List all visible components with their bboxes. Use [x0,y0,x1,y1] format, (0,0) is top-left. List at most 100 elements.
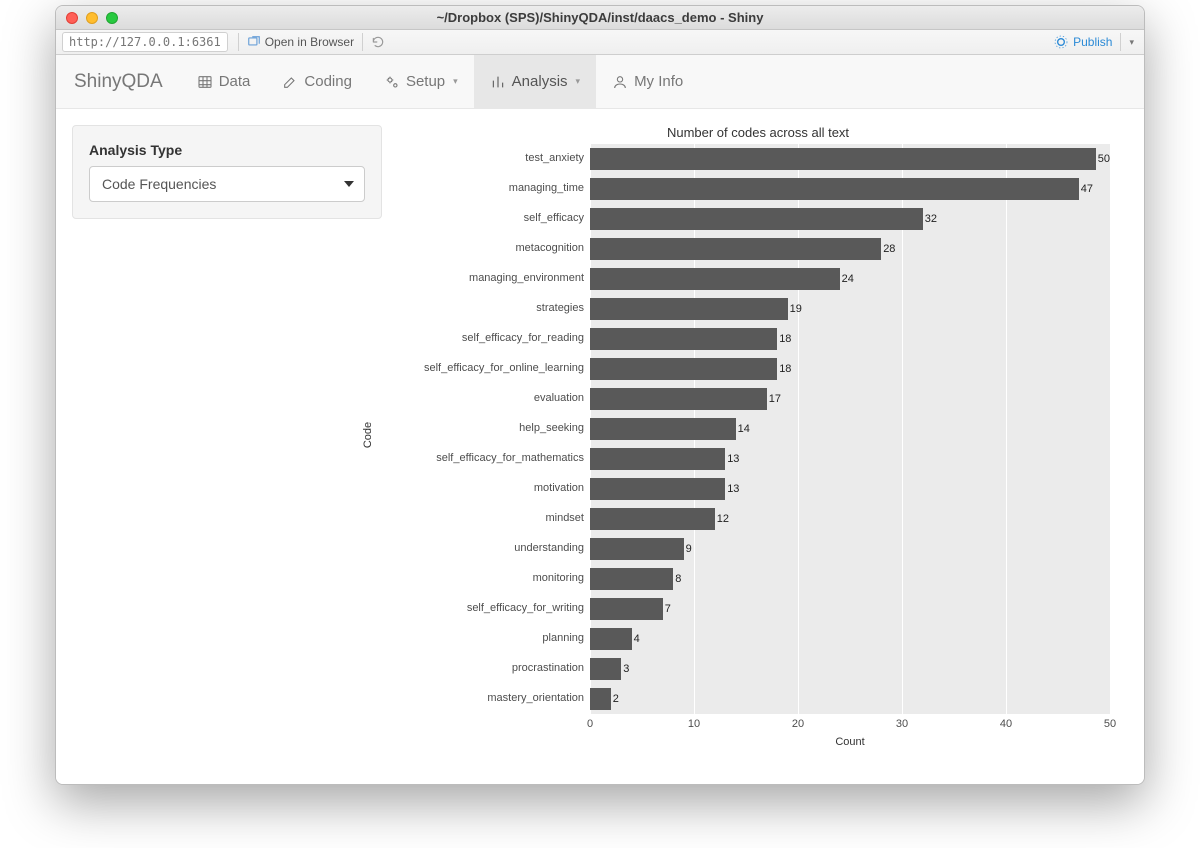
url-field[interactable]: http://127.0.0.1:6361 [62,32,228,52]
bar-value-label: 13 [727,453,739,465]
browser-toolbar: http://127.0.0.1:6361 Open in Browser Pu… [56,30,1144,55]
nav-coding[interactable]: Coding [266,55,368,108]
gridline [1110,144,1111,714]
open-in-browser-label: Open in Browser [265,35,354,49]
bar [590,148,1096,170]
bar-row: strategies19 [590,296,1110,322]
select-value: Code Frequencies [102,176,216,192]
bar-value-label: 3 [623,663,629,675]
bar-row: managing_environment24 [590,266,1110,292]
bar [590,568,673,590]
x-tick-label: 30 [896,718,908,730]
bar-row: planning4 [590,626,1110,652]
x-tick-label: 40 [1000,718,1012,730]
navbar: ShinyQDA Data Coding Setup ▾ Analysis ▾ … [56,55,1144,109]
bar [590,658,621,680]
chart-panel: Number of codes across all text Code tes… [382,109,1144,784]
gears-icon [384,74,400,90]
bar-row: test_anxiety50 [590,146,1110,172]
nav-label: My Info [634,73,683,90]
bar-value-label: 24 [842,273,854,285]
user-icon [612,74,628,90]
y-tick-label: monitoring [388,572,584,584]
bar-value-label: 12 [717,513,729,525]
bar [590,238,881,260]
bar-value-label: 18 [779,333,791,345]
nav-setup[interactable]: Setup ▾ [368,55,474,108]
y-tick-label: help_seeking [388,422,584,434]
nav-label: Analysis [512,73,568,90]
publish-icon [1053,34,1069,50]
bar-value-label: 17 [769,393,781,405]
publish-label: Publish [1073,35,1112,49]
bar-value-label: 4 [634,633,640,645]
separator [1120,33,1121,51]
y-tick-label: procrastination [388,662,584,674]
refresh-icon [371,35,385,49]
minimize-window-button[interactable] [86,12,98,24]
bar-row: evaluation17 [590,386,1110,412]
nav-data[interactable]: Data [181,55,267,108]
y-tick-label: self_efficacy_for_online_learning [388,362,584,374]
bar-row: self_efficacy32 [590,206,1110,232]
bar-row: self_efficacy_for_online_learning18 [590,356,1110,382]
bar [590,508,715,530]
refresh-button[interactable] [367,33,389,51]
x-tick-label: 10 [688,718,700,730]
bar-row: managing_time47 [590,176,1110,202]
y-tick-label: self_efficacy_for_writing [388,602,584,614]
bar [590,268,840,290]
nav-label: Data [219,73,251,90]
y-tick-label: mastery_orientation [388,692,584,704]
y-tick-label: self_efficacy_for_reading [388,332,584,344]
bar [590,448,725,470]
separator [362,33,363,51]
bar-row: monitoring8 [590,566,1110,592]
bar-row: metacognition28 [590,236,1110,262]
table-icon [197,74,213,90]
y-tick-label: managing_time [388,182,584,194]
bar-row: help_seeking14 [590,416,1110,442]
bar [590,538,684,560]
y-axis-title: Code [362,422,374,448]
chart-title: Number of codes across all text [390,125,1126,140]
open-in-browser-button[interactable]: Open in Browser [243,33,358,51]
bar-row: self_efficacy_for_mathematics13 [590,446,1110,472]
x-tick-label: 20 [792,718,804,730]
bar-value-label: 8 [675,573,681,585]
bar-row: mindset12 [590,506,1110,532]
bar-row: self_efficacy_for_writing7 [590,596,1110,622]
nav-label: Setup [406,73,445,90]
y-tick-label: mindset [388,512,584,524]
body-area: Analysis Type Code Frequencies Number of… [56,109,1144,784]
y-tick-label: evaluation [388,392,584,404]
bar-row: self_efficacy_for_reading18 [590,326,1110,352]
bar-value-label: 28 [883,243,895,255]
y-tick-label: motivation [388,482,584,494]
bar-value-label: 2 [613,693,619,705]
nav-my-info[interactable]: My Info [596,55,699,108]
y-tick-label: planning [388,632,584,644]
bar-value-label: 18 [779,363,791,375]
bar-value-label: 47 [1081,183,1093,195]
bar-row: mastery_orientation2 [590,686,1110,712]
nav-analysis[interactable]: Analysis ▾ [474,55,596,108]
bar [590,388,767,410]
bar-row: motivation13 [590,476,1110,502]
bar [590,628,632,650]
chart-plot-area: Code test_anxiety50managing_time47self_e… [590,144,1110,714]
bar-value-label: 50 [1098,153,1110,165]
x-axis-title: Count [835,736,864,748]
x-tick-label: 50 [1104,718,1116,730]
analysis-type-select[interactable]: Code Frequencies [89,166,365,202]
zoom-window-button[interactable] [106,12,118,24]
publish-menu-caret[interactable]: ▾ [1125,37,1138,48]
bar-value-label: 13 [727,483,739,495]
bar-value-label: 14 [738,423,750,435]
y-tick-label: test_anxiety [388,152,584,164]
chevron-down-icon: ▾ [576,76,581,87]
bar [590,418,736,440]
publish-button[interactable]: Publish [1049,32,1116,52]
close-window-button[interactable] [66,12,78,24]
external-window-icon [247,35,261,49]
